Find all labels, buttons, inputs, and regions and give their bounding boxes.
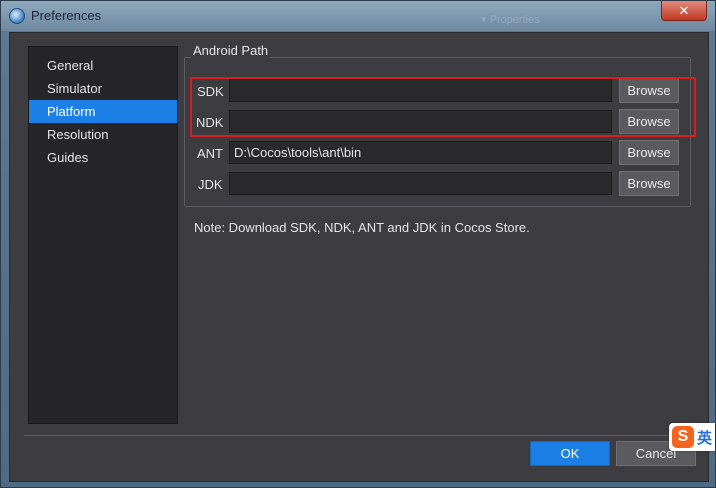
background-properties-hint: ▾ Properties <box>481 14 540 26</box>
ndk-path-input[interactable] <box>229 110 612 133</box>
dialog-body: General Simulator Platform Resolution Gu… <box>9 32 709 482</box>
close-icon: ✕ <box>678 3 690 18</box>
window-title: Preferences <box>31 8 102 23</box>
category-sidebar: General Simulator Platform Resolution Gu… <box>28 46 178 424</box>
footer-divider <box>24 435 700 436</box>
sogou-ime-icon: S <box>672 426 694 448</box>
sidebar-item-platform[interactable]: Platform <box>29 100 177 123</box>
sdk-path-input[interactable] <box>229 79 612 102</box>
close-button[interactable]: ✕ <box>661 1 707 21</box>
ime-indicator[interactable]: S 英 <box>669 423 715 451</box>
ndk-browse-button[interactable]: Browse <box>619 109 679 134</box>
sdk-browse-button[interactable]: Browse <box>619 78 679 103</box>
sidebar-item-general[interactable]: General <box>29 54 177 77</box>
title-bar[interactable]: Preferences ▾ Properties ✕ <box>1 1 715 31</box>
ant-label: ANT <box>197 146 223 161</box>
preferences-window: Preferences ▾ Properties ✕ General Simul… <box>0 0 716 488</box>
jdk-browse-button[interactable]: Browse <box>619 171 679 196</box>
ant-browse-button[interactable]: Browse <box>619 140 679 165</box>
sidebar-item-resolution[interactable]: Resolution <box>29 123 177 146</box>
app-icon <box>9 8 25 24</box>
jdk-label: JDK <box>198 177 223 192</box>
sidebar-item-simulator[interactable]: Simulator <box>29 77 177 100</box>
download-note: Note: Download SDK, NDK, ANT and JDK in … <box>194 220 530 235</box>
jdk-path-input[interactable] <box>229 172 612 195</box>
sidebar-item-guides[interactable]: Guides <box>29 146 177 169</box>
ndk-label: NDK <box>196 115 224 130</box>
ant-path-input[interactable] <box>229 141 612 164</box>
ime-language-label: 英 <box>697 430 713 447</box>
android-path-group-title: Android Path <box>191 43 271 58</box>
ok-button[interactable]: OK <box>530 441 610 466</box>
sdk-label: SDK <box>197 84 224 99</box>
